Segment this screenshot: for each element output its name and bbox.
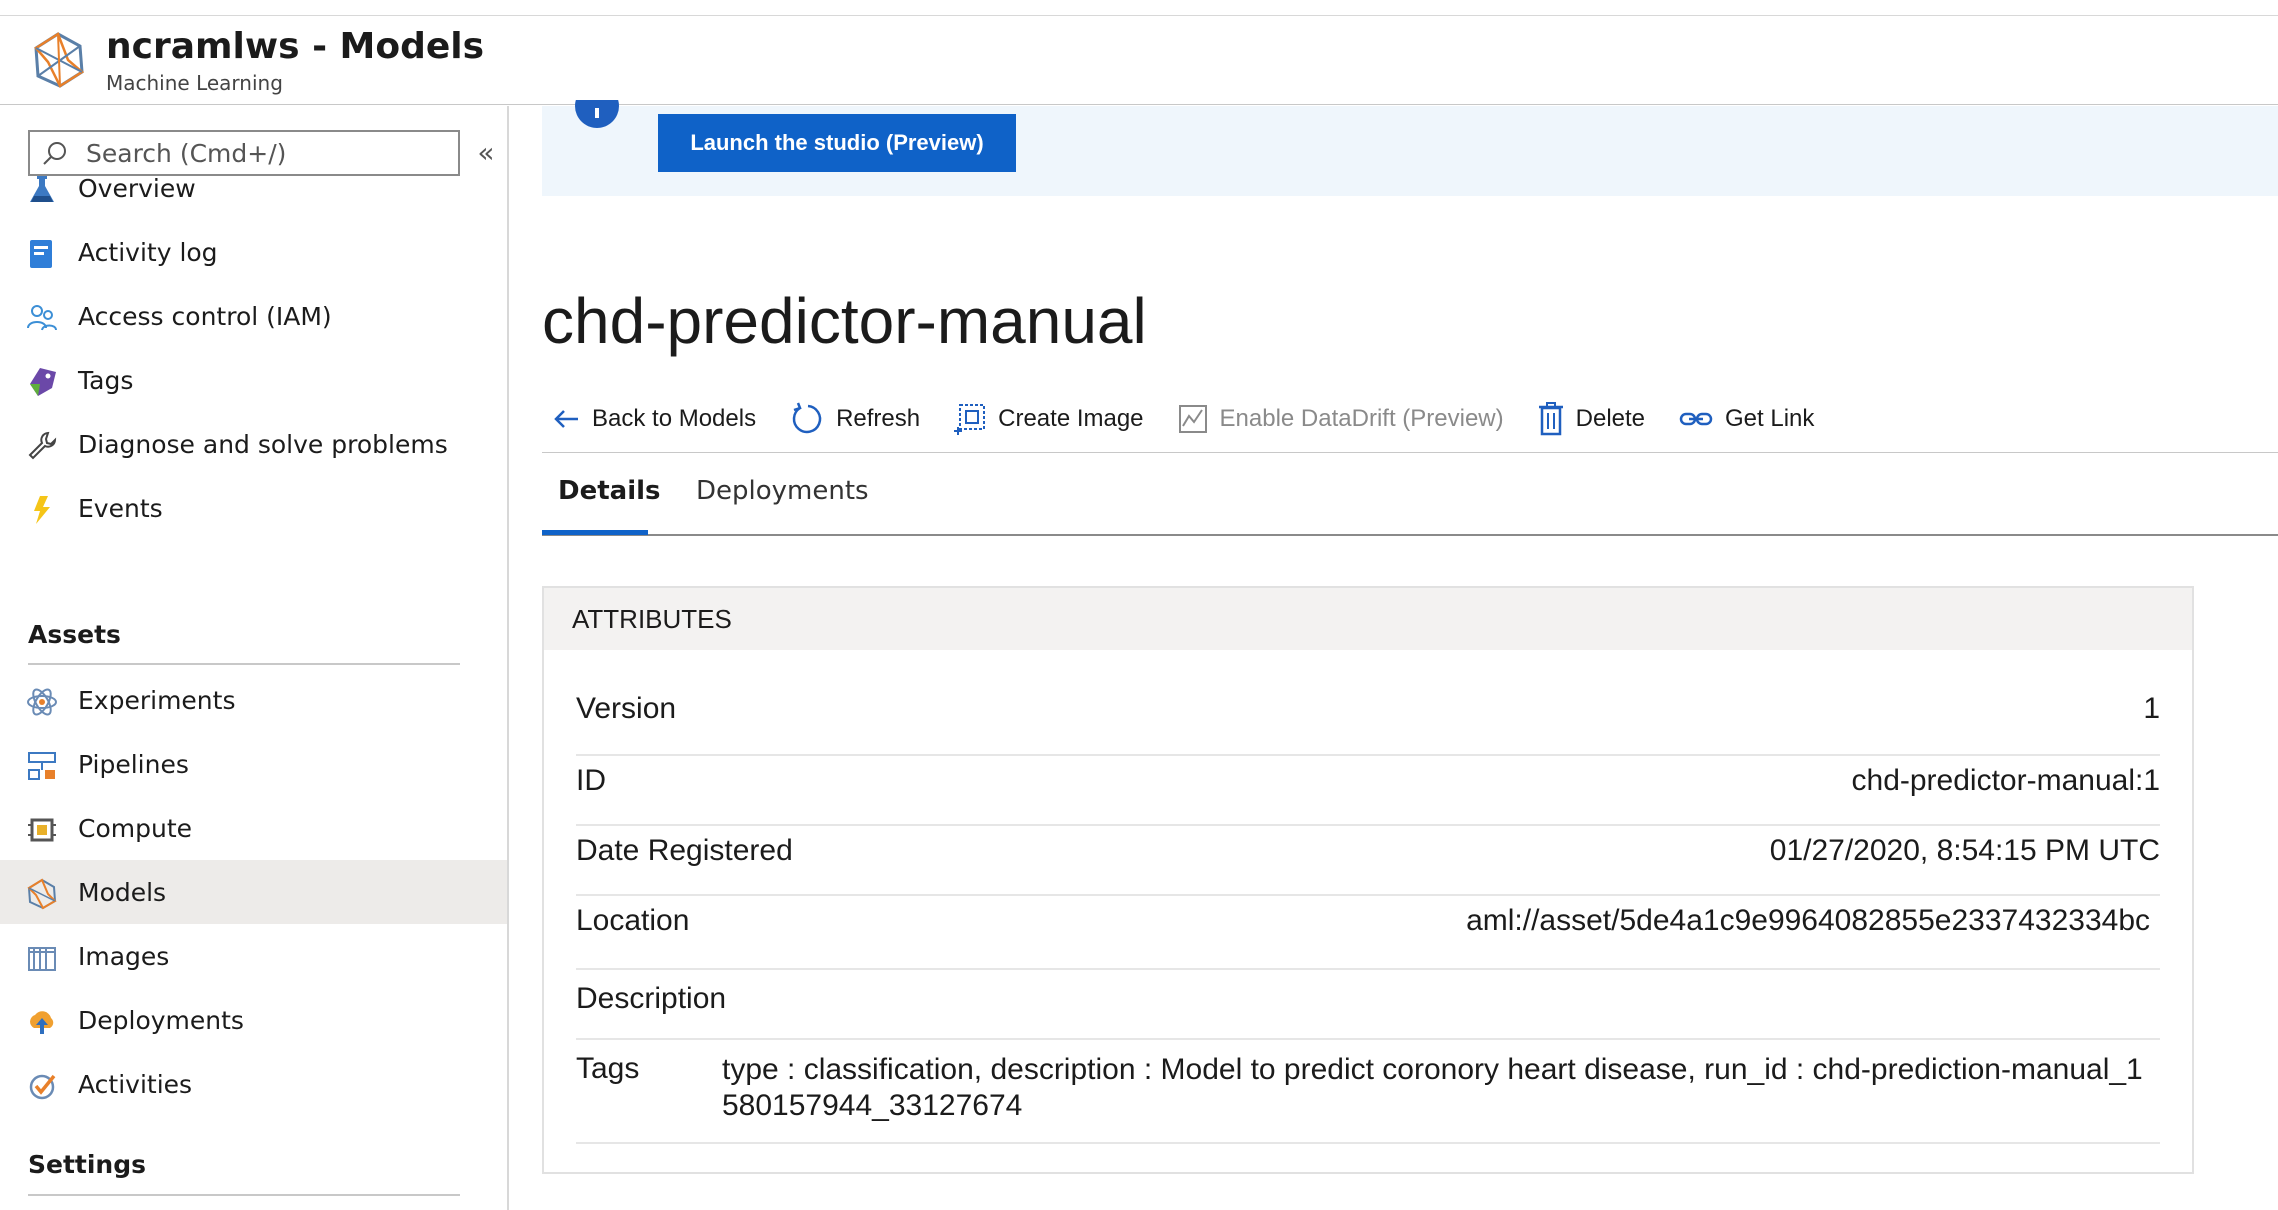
sidebar-item-label: Diagnose and solve problems	[78, 429, 448, 459]
sidebar-section-assets: Assets	[28, 620, 121, 649]
sidebar-item-label: Images	[78, 941, 170, 971]
tag-icon	[30, 368, 56, 396]
link-icon	[1679, 412, 1713, 426]
id-value: chd-predictor-manual:1	[1851, 764, 2160, 797]
attributes-heading: ATTRIBUTES	[572, 604, 732, 634]
sidebar-item-events[interactable]: Events	[0, 476, 507, 540]
sidebar-item-images[interactable]: Images	[0, 924, 507, 988]
attributes-header: ATTRIBUTES	[544, 588, 2192, 650]
sidebar-item-label: Compute	[78, 813, 193, 843]
activities-icon	[29, 1074, 56, 1100]
sidebar-item-tags[interactable]: Tags	[0, 348, 507, 412]
sidebar: « Overview Activity log Access control (…	[0, 106, 509, 1210]
pipelines-icon	[28, 752, 56, 780]
sidebar-item-models[interactable]: Models	[0, 860, 507, 924]
create-image-icon	[954, 404, 986, 435]
description-label: Description	[576, 982, 727, 1015]
experiments-icon	[27, 688, 57, 716]
sidebar-item-label: Pipelines	[78, 749, 189, 779]
back-to-models-button[interactable]: Back to Models	[552, 405, 756, 433]
blade-header: ncramlws - Models Machine Learning	[0, 16, 2278, 105]
info-icon	[575, 100, 619, 128]
top-border	[0, 0, 2278, 16]
wrench-icon	[28, 431, 57, 460]
blade-subtitle: Machine Learning	[106, 71, 283, 95]
attribute-row-version: Version 1	[576, 684, 2160, 756]
attribute-row-date-registered: Date Registered 01/27/2020, 8:54:15 PM U…	[576, 826, 2160, 896]
activity-log-icon	[30, 240, 52, 268]
sidebar-item-label: Experiments	[78, 685, 236, 715]
sidebar-item-label: Access control (IAM)	[78, 301, 332, 331]
launch-studio-button[interactable]: Launch the studio (Preview)	[658, 114, 1016, 172]
create-image-button[interactable]: Create Image	[954, 403, 1144, 435]
sidebar-item-label: Deployments	[78, 1005, 244, 1035]
refresh-icon	[792, 402, 822, 434]
sidebar-item-deployments[interactable]: Deployments	[0, 988, 507, 1052]
sidebar-item-label: Models	[78, 877, 167, 907]
sidebar-item-compute[interactable]: Compute	[0, 796, 507, 860]
refresh-label: Refresh	[836, 405, 921, 432]
machine-learning-logo-icon	[34, 32, 85, 88]
attribute-row-id: ID chd-predictor-manual:1	[576, 756, 2160, 826]
delete-button[interactable]: Delete	[1538, 402, 1645, 436]
trash-icon	[1538, 402, 1563, 436]
flask-icon	[30, 176, 54, 202]
command-bar: Back to Models Refresh Create Image Enab…	[552, 396, 1848, 442]
sidebar-section-settings: Settings	[28, 1150, 147, 1179]
attributes-card: ATTRIBUTES Version 1 ID chd-predictor-ma…	[542, 586, 2194, 1174]
page-title: chd-predictor-manual	[542, 285, 1147, 357]
version-label: Version	[576, 692, 677, 725]
deployments-icon	[30, 1011, 54, 1034]
chart-icon	[1178, 405, 1207, 433]
location-label: Location	[576, 904, 690, 937]
command-bar-divider	[542, 452, 2278, 453]
sidebar-item-activities[interactable]: Activities	[0, 1052, 507, 1116]
sidebar-item-label: Activities	[78, 1069, 193, 1099]
delete-label: Delete	[1575, 405, 1646, 432]
sidebar-item-overview[interactable]: Overview	[0, 156, 507, 220]
get-link-label: Get Link	[1725, 405, 1815, 432]
date-registered-label: Date Registered	[576, 834, 793, 867]
attribute-row-tags: Tags type : classification, description …	[576, 1040, 2160, 1144]
attribute-row-description: Description	[576, 970, 2160, 1040]
compute-icon	[28, 818, 56, 842]
tab-details[interactable]: Details	[558, 476, 661, 506]
images-icon	[28, 947, 56, 971]
tags-label: Tags	[576, 1052, 640, 1085]
sidebar-item-experiments[interactable]: Experiments	[0, 668, 507, 732]
id-label: ID	[576, 764, 606, 797]
section-divider	[28, 1194, 460, 1196]
date-registered-value: 01/27/2020, 8:54:15 PM UTC	[1769, 834, 2160, 867]
create-image-label: Create Image	[998, 405, 1144, 432]
sidebar-item-diagnose[interactable]: Diagnose and solve problems	[0, 412, 507, 476]
arrow-left-icon	[554, 410, 578, 428]
tab-deployments[interactable]: Deployments	[696, 476, 869, 506]
sidebar-item-label: Tags	[78, 365, 134, 395]
section-divider	[28, 663, 460, 665]
location-value[interactable]: aml://asset/5de4a1c9e9964082855e23374323…	[1466, 904, 2150, 938]
get-link-button[interactable]: Get Link	[1679, 405, 1814, 433]
sidebar-item-access-control[interactable]: Access control (IAM)	[0, 284, 507, 348]
enable-datadrift-button[interactable]: Enable DataDrift (Preview)	[1178, 404, 1504, 434]
studio-banner: Launch the studio (Preview)	[542, 100, 2278, 196]
tabs-divider	[542, 534, 2278, 536]
enable-datadrift-label: Enable DataDrift (Preview)	[1219, 405, 1504, 432]
attribute-row-location: Location aml://asset/5de4a1c9e9964082855…	[576, 896, 2160, 970]
sidebar-item-label: Overview	[78, 173, 196, 203]
people-icon	[27, 305, 57, 331]
models-icon	[27, 878, 57, 910]
sidebar-item-label: Activity log	[78, 237, 218, 267]
back-to-models-label: Back to Models	[592, 405, 757, 432]
refresh-button[interactable]: Refresh	[790, 402, 920, 436]
sidebar-item-activity-log[interactable]: Activity log	[0, 220, 507, 284]
lightning-icon	[34, 496, 50, 524]
tags-value: type : classification, description : Mod…	[722, 1053, 2143, 1122]
sidebar-item-pipelines[interactable]: Pipelines	[0, 732, 507, 796]
active-tab-indicator	[542, 530, 648, 535]
blade-title: ncramlws - Models	[106, 26, 485, 67]
sidebar-item-label: Events	[78, 493, 163, 523]
version-value: 1	[2143, 692, 2160, 725]
